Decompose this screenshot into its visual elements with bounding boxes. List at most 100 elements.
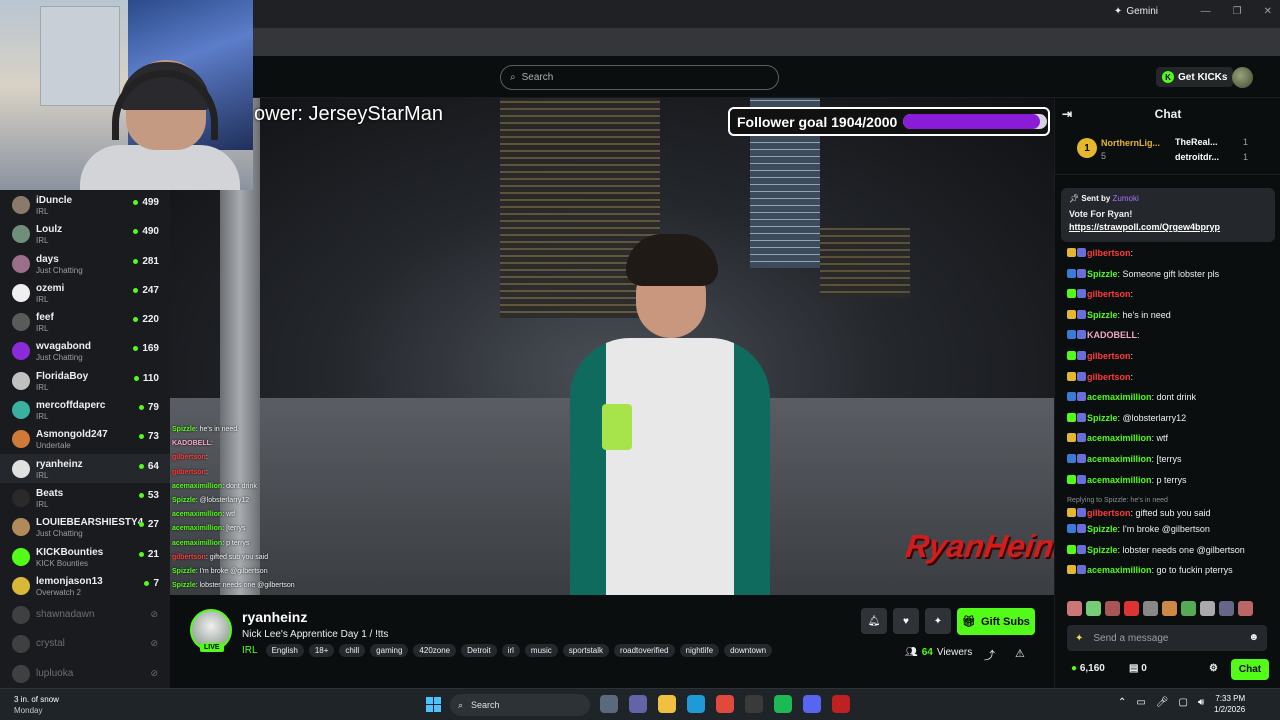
- emote[interactable]: [1124, 601, 1139, 616]
- chevron-up-icon[interactable]: ⌃: [1118, 697, 1126, 708]
- windows-start-icon[interactable]: [426, 697, 441, 712]
- category-link[interactable]: IRL: [242, 645, 258, 656]
- app-icon[interactable]: [745, 695, 763, 713]
- minimize-icon[interactable]: —: [1201, 6, 1211, 17]
- sidebar-item-offline[interactable]: crystal ⊘: [0, 629, 170, 658]
- stream-tag[interactable]: 18+: [308, 644, 335, 657]
- report-warning-icon[interactable]: ⚠: [1015, 647, 1025, 660]
- leaderboard-second-name[interactable]: TheReal...: [1175, 137, 1218, 147]
- chat-username[interactable]: gilbertson: [1087, 248, 1131, 258]
- emote[interactable]: [1086, 601, 1101, 616]
- sidebar-item[interactable]: iDuncle IRL 499: [0, 190, 170, 219]
- stream-tag[interactable]: music: [524, 644, 558, 657]
- stream-tag[interactable]: 420zone: [413, 644, 457, 657]
- chat-username[interactable]: KADOBELL: [1087, 330, 1137, 340]
- share-icon[interactable]: ⤴: [984, 647, 995, 663]
- stream-tag[interactable]: gaming: [370, 644, 409, 657]
- chat-username[interactable]: acemaximillion: [1087, 392, 1152, 402]
- chat-username[interactable]: Spizzle: [1087, 310, 1118, 320]
- sidebar-item[interactable]: LOUIEBEARSHIESTY4 Just Chatting 27: [0, 512, 170, 541]
- gear-icon[interactable]: ⚙: [1209, 663, 1218, 674]
- emote[interactable]: [1162, 601, 1177, 616]
- speaker-icon[interactable]: 🔊︎: [1198, 697, 1204, 708]
- teams-icon[interactable]: [629, 695, 647, 713]
- pinned-link[interactable]: https://strawpoll.com/Qrgew4bpryp: [1069, 222, 1267, 232]
- sidebar-item[interactable]: Beats IRL 53: [0, 483, 170, 512]
- emote[interactable]: [1238, 601, 1253, 616]
- sidebar-item-offline[interactable]: shawnadawn ⊘: [0, 600, 170, 629]
- stream-tag[interactable]: English: [265, 644, 304, 657]
- battery-icon[interactable]: ▭: [1136, 697, 1145, 708]
- discord-icon[interactable]: [803, 695, 821, 713]
- weather-widget[interactable]: 3 in. of snow Monday: [14, 694, 59, 716]
- sidebar-item[interactable]: lemonjason13 Overwatch 2 7: [0, 571, 170, 600]
- chat-input[interactable]: ✦ Send a message ☻: [1067, 625, 1267, 651]
- stream-tag[interactable]: sportstalk: [562, 644, 610, 657]
- emote[interactable]: [1067, 601, 1082, 616]
- clip-button[interactable]: ✦: [925, 608, 951, 634]
- display-icon[interactable]: ▢: [1179, 697, 1188, 708]
- chat-username[interactable]: gilbertson: [1087, 508, 1131, 518]
- emote[interactable]: [1181, 601, 1196, 616]
- chat-username[interactable]: acemaximillion: [1087, 475, 1152, 485]
- app-icon[interactable]: [832, 695, 850, 713]
- stream-tag[interactable]: irl: [501, 644, 520, 657]
- sidebar-item[interactable]: mercoffdaperc IRL 79: [0, 395, 170, 424]
- sidebar-item[interactable]: FloridaBoy IRL 110: [0, 366, 170, 395]
- kicks-balance[interactable]: ● 6,160: [1071, 663, 1105, 674]
- close-icon[interactable]: ✕: [1264, 6, 1272, 17]
- chat-username[interactable]: acemaximillion: [1087, 433, 1152, 443]
- chrome-icon[interactable]: [716, 695, 734, 713]
- task-view-icon[interactable]: [600, 695, 618, 713]
- chat-username[interactable]: gilbertson: [1087, 289, 1131, 299]
- edge-icon[interactable]: [687, 695, 705, 713]
- user-avatar[interactable]: [1232, 67, 1253, 88]
- stream-tag[interactable]: nightlife: [679, 644, 720, 657]
- follow-heart-button[interactable]: ♥: [893, 608, 919, 634]
- sidebar-item[interactable]: ryanheinz IRL 64: [0, 453, 170, 483]
- stream-tag[interactable]: Detroit: [461, 644, 497, 657]
- chat-username[interactable]: Spizzle: [1087, 524, 1118, 534]
- restore-icon[interactable]: ❐: [1233, 6, 1242, 17]
- emote[interactable]: [1105, 601, 1120, 616]
- search-input[interactable]: ⌕ Search: [500, 65, 779, 90]
- microphone-icon[interactable]: 🎤︎: [1156, 697, 1169, 708]
- stream-tag[interactable]: chill: [339, 644, 366, 657]
- gift-subs-button[interactable]: 🎁︎ Gift Subs: [957, 608, 1035, 635]
- sidebar-item[interactable]: feef IRL 220: [0, 307, 170, 336]
- chat-username[interactable]: gilbertson: [1087, 372, 1131, 382]
- sidebar-item[interactable]: Loulz IRL 490: [0, 219, 170, 248]
- pinned-user[interactable]: Zumoki: [1113, 194, 1139, 203]
- emote[interactable]: [1219, 601, 1234, 616]
- chat-username[interactable]: acemaximillion: [1087, 454, 1152, 464]
- taskbar-search[interactable]: ⌕ Search: [450, 694, 590, 716]
- streamer-name[interactable]: ryanheinz: [242, 609, 307, 625]
- stream-tag[interactable]: downtown: [724, 644, 773, 657]
- chat-username[interactable]: Spizzle: [1087, 413, 1118, 423]
- notification-bell-button[interactable]: 🔔︎: [861, 608, 887, 634]
- spotify-icon[interactable]: [774, 695, 792, 713]
- sidebar-item[interactable]: KICKBounties KICK Bounties 21: [0, 542, 170, 571]
- taskbar-clock[interactable]: 7:33 PM 1/2/2026: [1214, 693, 1245, 715]
- stream-tag[interactable]: roadtoverified: [614, 644, 675, 657]
- sidebar-item-offline[interactable]: lupluoka ⊘: [0, 659, 170, 688]
- sidebar-item[interactable]: Asmongold247 Undertale 73: [0, 424, 170, 453]
- leaderboard-first-name[interactable]: NorthernLig...: [1101, 138, 1160, 148]
- file-explorer-icon[interactable]: [658, 695, 676, 713]
- video-player[interactable]: ower: JerseyStarMan Follower goal 1904/2…: [170, 98, 1054, 595]
- chat-username[interactable]: Spizzle: [1087, 545, 1118, 555]
- gemini-button[interactable]: ✦ Gemini: [1114, 6, 1158, 17]
- drops-counter[interactable]: ▤ 0: [1129, 663, 1147, 674]
- chat-username[interactable]: Spizzle: [1087, 269, 1118, 279]
- chat-username[interactable]: gilbertson: [1087, 351, 1131, 361]
- emoji-icon[interactable]: ☻: [1248, 632, 1259, 643]
- sidebar-item[interactable]: ozemi IRL 247: [0, 278, 170, 307]
- emote[interactable]: [1143, 601, 1158, 616]
- send-chat-button[interactable]: Chat: [1231, 659, 1269, 680]
- collapse-chat-icon[interactable]: ⇥: [1062, 107, 1072, 121]
- get-kicks-button[interactable]: K Get KICKs: [1156, 67, 1234, 87]
- chat-username[interactable]: acemaximillion: [1087, 565, 1152, 575]
- sidebar-item[interactable]: days Just Chatting 281: [0, 249, 170, 278]
- leaderboard-third-name[interactable]: detroitdr...: [1175, 152, 1219, 162]
- emote[interactable]: [1200, 601, 1215, 616]
